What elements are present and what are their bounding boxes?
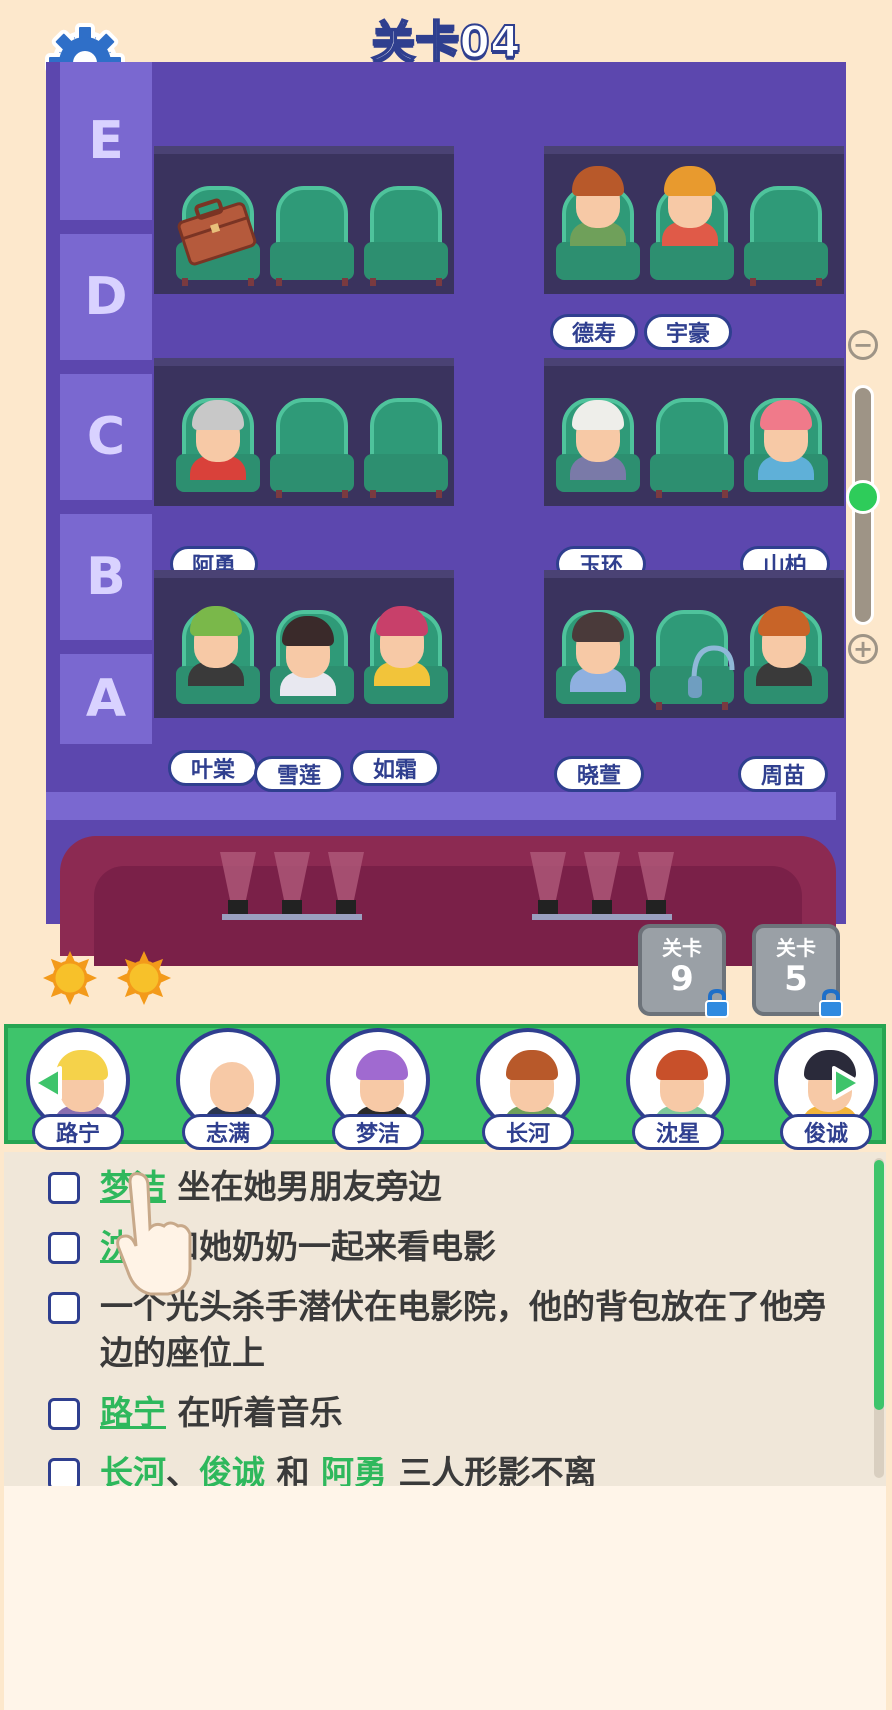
row-label-a: A — [60, 654, 152, 744]
clue-checkbox[interactable] — [48, 1458, 80, 1486]
character-portrait — [752, 600, 816, 686]
zoom-out-button[interactable]: − — [848, 330, 878, 360]
seat[interactable] — [364, 398, 448, 498]
zoom-slider-knob[interactable] — [846, 480, 880, 514]
clue-item: 路宁 在听着音乐 — [100, 1390, 343, 1436]
cinema-hall: E D C B A 德寿 宇豪 阿勇 玉环 山柏 叶棠 雪莲 如霜 晓萱 周苗 — [46, 62, 846, 966]
clue-checkbox[interactable] — [48, 1172, 80, 1204]
character-selector-bar: 路宁 志满 梦洁 长河 沈星 俊诚 — [4, 1024, 886, 1150]
character-label[interactable]: 周苗 — [738, 756, 828, 792]
front-aisle — [46, 792, 836, 820]
character-label[interactable]: 叶棠 — [168, 750, 258, 786]
character-card[interactable]: 志满 — [172, 1028, 284, 1168]
character-name: 长河 — [482, 1114, 574, 1150]
character-portrait — [566, 606, 630, 692]
character-name: 志满 — [182, 1114, 274, 1150]
seat-block-b-right: 晓萱 周苗 — [544, 570, 844, 792]
seat-block-e-right: 德寿 宇豪 — [544, 146, 844, 350]
character-name: 沈星 — [632, 1114, 724, 1150]
character-label[interactable]: 晓萱 — [554, 756, 644, 792]
seat[interactable] — [364, 186, 448, 286]
scroll-right-arrow-icon[interactable] — [826, 1062, 868, 1104]
clue-name[interactable]: 路宁 — [100, 1393, 166, 1432]
character-label[interactable]: 雪莲 — [254, 756, 344, 792]
character-card[interactable]: 长河 — [472, 1028, 584, 1168]
locked-level-button[interactable]: 关卡 5 — [752, 924, 843, 1018]
clue-scrollbar-thumb[interactable] — [874, 1160, 884, 1410]
clue-item: 一个光头杀手潜伏在电影院，他的背包放在了他旁边的座位上 — [100, 1284, 840, 1376]
character-portrait — [276, 610, 340, 696]
tutorial-hand-icon — [116, 1172, 192, 1296]
seat[interactable] — [270, 186, 354, 286]
clue-text: 和她奶奶一起来看电影 — [166, 1227, 496, 1266]
clue-connector: 和 — [276, 1453, 310, 1486]
character-name: 梦洁 — [332, 1114, 424, 1150]
game-screen: 关卡04 E D C B A 德寿 宇豪 阿勇 玉环 山柏 叶棠 雪莲 如霜 晓… — [0, 0, 892, 1710]
seat[interactable] — [650, 398, 734, 498]
clue-checkbox[interactable] — [48, 1398, 80, 1430]
seat-block-e-left — [154, 146, 454, 294]
padlock-icon — [819, 988, 843, 1018]
locked-level-button[interactable]: 关卡 9 — [638, 924, 729, 1018]
row-label-e: E — [60, 62, 152, 220]
sun-icon — [117, 951, 171, 1005]
bottom-panel — [4, 1486, 886, 1710]
clue-name[interactable]: 长河 — [100, 1453, 166, 1486]
character-card[interactable]: 沈星 — [622, 1028, 734, 1168]
character-portrait — [566, 160, 630, 246]
level-title: 关卡04 — [370, 16, 521, 69]
row-label-c: C — [60, 374, 152, 500]
seat-block-c-left: 阿勇 — [154, 358, 454, 582]
briefcase-icon — [177, 198, 257, 266]
seat-block-b-left: 叶棠 雪莲 如霜 — [154, 570, 454, 792]
seat[interactable] — [270, 398, 354, 498]
clue-separator: 、 — [166, 1453, 199, 1486]
clue-checkbox[interactable] — [48, 1232, 80, 1264]
character-name: 路宁 — [32, 1114, 124, 1150]
character-label[interactable]: 德寿 — [550, 314, 638, 350]
row-label-b: B — [60, 514, 152, 640]
character-portrait — [658, 160, 722, 246]
clue-checkbox[interactable] — [48, 1292, 80, 1324]
character-portrait — [186, 394, 250, 480]
seat-block-c-right: 玉环 山柏 — [544, 358, 844, 582]
clue-name[interactable]: 阿勇 — [321, 1453, 387, 1486]
spotlights-icon — [220, 852, 674, 920]
sun-icon — [43, 951, 97, 1005]
clue-text: 一个光头杀手潜伏在电影院，他的背包放在了他旁边的座位上 — [100, 1287, 826, 1372]
clue-text: 三人形影不离 — [398, 1453, 597, 1486]
character-label[interactable]: 宇豪 — [644, 314, 732, 350]
scroll-left-arrow-icon[interactable] — [26, 1062, 68, 1104]
zoom-in-button[interactable]: + — [848, 634, 878, 664]
character-name: 俊诚 — [780, 1114, 872, 1150]
locked-level-label: 关卡 — [776, 936, 816, 960]
headphones-icon — [688, 645, 735, 698]
clue-item: 长河、俊诚 和 阿勇 三人形影不离 — [100, 1450, 597, 1486]
row-label-d: D — [60, 234, 152, 360]
character-portrait — [754, 394, 818, 480]
character-portrait — [370, 600, 434, 686]
locked-level-label: 关卡 — [662, 936, 702, 960]
seat[interactable] — [744, 186, 828, 286]
clue-name[interactable]: 俊诚 — [199, 1453, 265, 1486]
padlock-icon — [705, 988, 729, 1018]
clue-text: 坐在她男朋友旁边 — [177, 1167, 442, 1206]
clue-text: 在听着音乐 — [177, 1393, 343, 1432]
character-portrait — [184, 600, 248, 686]
character-label[interactable]: 如霜 — [350, 750, 440, 786]
character-portrait — [566, 394, 630, 480]
character-card[interactable]: 梦洁 — [322, 1028, 434, 1168]
